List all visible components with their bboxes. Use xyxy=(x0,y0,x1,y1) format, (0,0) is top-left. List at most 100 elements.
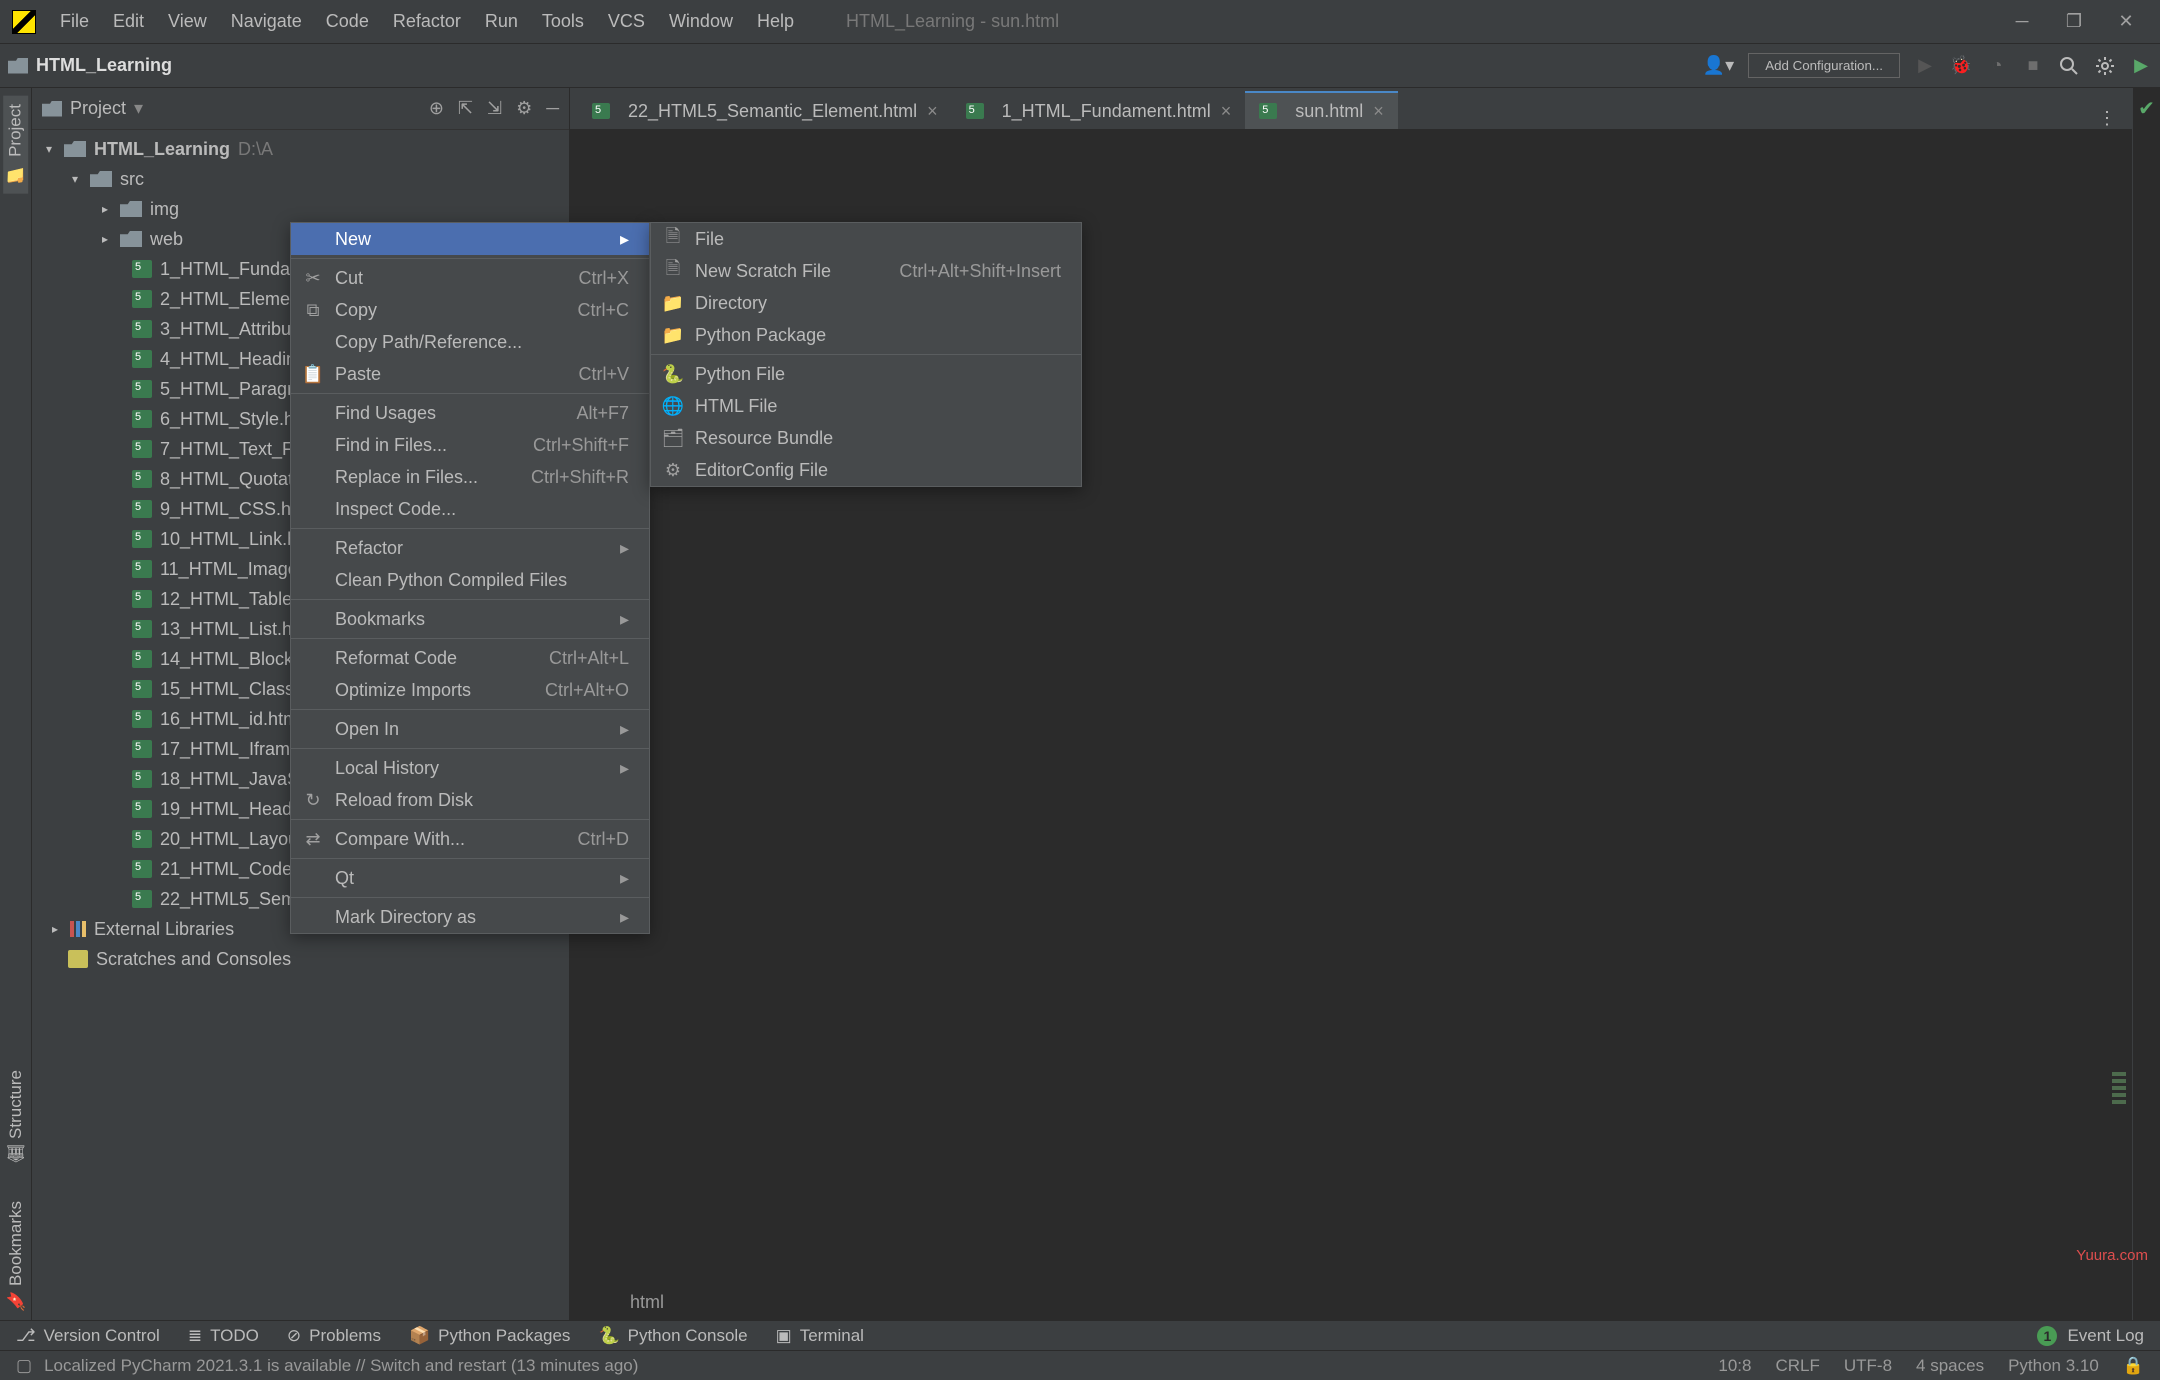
menu-item[interactable]: 📁Python Package xyxy=(651,319,1081,351)
status-interpreter[interactable]: Python 3.10 xyxy=(2008,1356,2099,1376)
menu-item[interactable]: 🌐HTML File xyxy=(651,390,1081,422)
blank-icon xyxy=(303,571,323,589)
maximize-icon[interactable]: ❐ xyxy=(2060,11,2088,32)
context-menu: New▸ ✂CutCtrl+X⧉CopyCtrl+CCopy Path/Refer… xyxy=(290,222,650,934)
collapse-all-icon[interactable]: ⇲ xyxy=(487,98,502,119)
editor-tab[interactable]: sun.html× xyxy=(1245,91,1398,129)
minimize-icon[interactable]: ─ xyxy=(2008,11,2036,32)
chevron-right-icon: ▸ xyxy=(620,758,629,779)
status-caret-pos[interactable]: 10:8 xyxy=(1718,1356,1751,1376)
user-icon[interactable]: 👤▾ xyxy=(1703,55,1734,76)
menu-item[interactable]: Copy Path/Reference... xyxy=(291,326,649,358)
blank-icon xyxy=(303,500,323,518)
status-indent[interactable]: 4 spaces xyxy=(1916,1356,1984,1376)
breadcrumb-project[interactable]: HTML_Learning xyxy=(36,55,172,76)
menu-item[interactable]: Mark Directory as▸ xyxy=(291,901,649,933)
menu-item[interactable]: Find UsagesAlt+F7 xyxy=(291,397,649,429)
menu-help[interactable]: Help xyxy=(745,11,806,32)
menu-tools[interactable]: Tools xyxy=(530,11,596,32)
tool-bookmarks[interactable]: 🔖 Bookmarks xyxy=(4,1193,28,1320)
menu-item[interactable]: 📁Directory xyxy=(651,287,1081,319)
status-encoding[interactable]: UTF-8 xyxy=(1844,1356,1892,1376)
menu-item[interactable]: Reformat CodeCtrl+Alt+L xyxy=(291,642,649,674)
menu-item[interactable]: ⇄Compare With...Ctrl+D xyxy=(291,823,649,855)
status-project-icon[interactable]: ▢ xyxy=(16,1356,32,1376)
menu-item[interactable]: Optimize ImportsCtrl+Alt+O xyxy=(291,674,649,706)
menu-item[interactable]: 📋PasteCtrl+V xyxy=(291,358,649,390)
blank-icon xyxy=(303,404,323,422)
search-icon[interactable] xyxy=(2058,55,2080,77)
settings-icon[interactable]: ⚙ xyxy=(516,98,532,119)
menu-navigate[interactable]: Navigate xyxy=(219,11,314,32)
menu-item[interactable]: Bookmarks▸ xyxy=(291,603,649,635)
status-line-ending[interactable]: CRLF xyxy=(1775,1356,1819,1376)
menu-item[interactable]: ✂CutCtrl+X xyxy=(291,262,649,294)
menu-refactor[interactable]: Refactor xyxy=(381,11,473,32)
tool-problems[interactable]: ⊘Problems xyxy=(287,1326,381,1346)
tree-root[interactable]: ▾HTML_LearningD:\A xyxy=(32,134,569,164)
menu-item[interactable]: ↻Reload from Disk xyxy=(291,784,649,816)
right-gutter: ✔ xyxy=(2132,88,2160,1320)
folder-icon xyxy=(120,201,142,217)
menu-item[interactable]: 🗎File xyxy=(651,223,1081,255)
menu-view[interactable]: View xyxy=(156,11,219,32)
menu-item[interactable]: ⧉CopyCtrl+C xyxy=(291,294,649,326)
menu-item[interactable]: 🐍Python File xyxy=(651,358,1081,390)
tabs-more-icon[interactable]: ⋮ xyxy=(2082,108,2132,129)
close-tab-icon[interactable]: × xyxy=(1373,101,1384,122)
tree-folder-src[interactable]: ▾src xyxy=(32,164,569,194)
tool-project[interactable]: 📁 Project xyxy=(3,96,28,194)
chevron-down-icon[interactable]: ▾ xyxy=(134,98,143,119)
menu-item[interactable]: Qt▸ xyxy=(291,862,649,894)
coverage-icon[interactable]: ◔ xyxy=(1986,55,2008,77)
settings-icon[interactable] xyxy=(2094,55,2116,77)
debug-icon[interactable]: 🐞 xyxy=(1950,55,1972,77)
menu-item[interactable]: Find in Files...Ctrl+Shift+F xyxy=(291,429,649,461)
menu-run[interactable]: Run xyxy=(473,11,530,32)
editor-tab[interactable]: 1_HTML_Fundament.html× xyxy=(952,91,1246,129)
menu-code[interactable]: Code xyxy=(314,11,381,32)
close-tab-icon[interactable]: × xyxy=(1221,101,1232,122)
run-icon[interactable]: ▶ xyxy=(1914,55,1936,77)
hide-icon[interactable]: ─ xyxy=(546,98,559,119)
stop-icon[interactable]: ■ xyxy=(2022,55,2044,77)
blank-icon xyxy=(303,649,323,667)
tool-structure[interactable]: 🏛 Structure xyxy=(4,1062,28,1173)
tree-scratches[interactable]: Scratches and Consoles xyxy=(32,944,569,974)
menu-item[interactable]: Local History▸ xyxy=(291,752,649,784)
menu-item[interactable]: 🗂Resource Bundle xyxy=(651,422,1081,454)
close-icon[interactable]: ✕ xyxy=(2112,11,2140,32)
menu-edit[interactable]: Edit xyxy=(101,11,156,32)
menu-window[interactable]: Window xyxy=(657,11,745,32)
menu-vcs[interactable]: VCS xyxy=(596,11,657,32)
menu-item[interactable]: Replace in Files...Ctrl+Shift+R xyxy=(291,461,649,493)
pycharm-logo-icon xyxy=(12,10,36,34)
tool-python-console[interactable]: 🐍Python Console xyxy=(598,1326,747,1346)
editor-breadcrumb[interactable]: html xyxy=(570,1284,2132,1320)
locate-icon[interactable]: ⊕ xyxy=(429,98,444,119)
html-file-icon xyxy=(132,860,152,878)
menu-item[interactable]: Inspect Code... xyxy=(291,493,649,525)
editor-tab[interactable]: 22_HTML5_Semantic_Element.html× xyxy=(578,91,952,129)
menu-item[interactable]: Refactor▸ xyxy=(291,532,649,564)
tool-python-packages[interactable]: 📦Python Packages xyxy=(409,1326,570,1346)
menu-item[interactable]: 🗎New Scratch FileCtrl+Alt+Shift+Insert xyxy=(651,255,1081,287)
tool-todo[interactable]: ≣TODO xyxy=(188,1326,259,1346)
tool-version-control[interactable]: ⎇Version Control xyxy=(16,1326,160,1346)
bundle-icon: 🗂 xyxy=(663,429,683,447)
file-icon: 🗎 xyxy=(663,230,683,248)
tool-terminal[interactable]: ▣Terminal xyxy=(776,1326,864,1346)
menu-item[interactable]: Clean Python Compiled Files xyxy=(291,564,649,596)
menu-item[interactable]: ⚙EditorConfig File xyxy=(651,454,1081,486)
tree-folder-img[interactable]: ▸img xyxy=(32,194,569,224)
close-tab-icon[interactable]: × xyxy=(927,101,938,122)
menu-item[interactable]: New▸ xyxy=(291,223,649,255)
add-configuration-button[interactable]: Add Configuration... xyxy=(1748,53,1900,78)
expand-all-icon[interactable]: ⇱ xyxy=(458,98,473,119)
tool-event-log[interactable]: Event Log xyxy=(2067,1326,2144,1346)
menu-file[interactable]: File xyxy=(48,11,101,32)
inspection-ok-icon[interactable]: ✔ xyxy=(2138,96,2155,121)
run-anything-icon[interactable]: ▶ xyxy=(2130,55,2152,77)
menu-item[interactable]: Open In▸ xyxy=(291,713,649,745)
lock-icon[interactable]: 🔒 xyxy=(2123,1356,2144,1376)
